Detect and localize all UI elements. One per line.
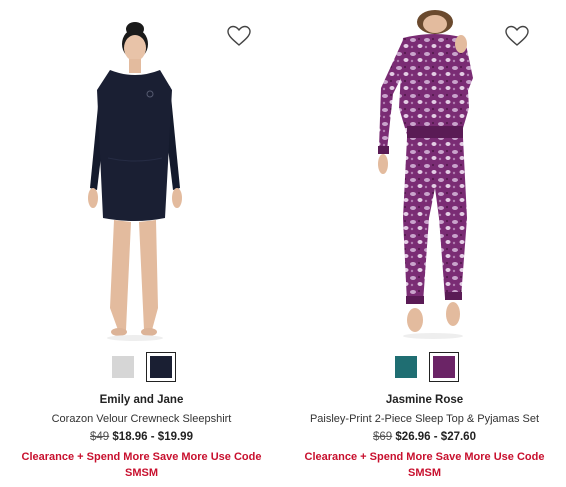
- promo-link[interactable]: Clearance + Spend More Save More Use Cod…: [293, 449, 556, 481]
- color-swatch-teal[interactable]: [391, 352, 421, 382]
- promo-link[interactable]: Clearance + Spend More Save More Use Cod…: [10, 449, 273, 481]
- product-card: Jasmine Rose Paisley-Print 2-Piece Sleep…: [283, 0, 566, 487]
- product-name[interactable]: Corazon Velour Crewneck Sleepshirt: [0, 413, 283, 425]
- product-card: Emily and Jane Corazon Velour Crewneck S…: [0, 0, 283, 487]
- swatch-color-fill: [111, 356, 134, 378]
- product-image[interactable]: [0, 8, 283, 343]
- color-swatch-navy[interactable]: [145, 352, 176, 382]
- wishlist-heart-icon[interactable]: [505, 25, 529, 47]
- product-grid: Emily and Jane Corazon Velour Crewneck S…: [0, 0, 566, 487]
- sale-price: $18.96 - $19.99: [112, 431, 193, 443]
- swatch-color-fill: [149, 356, 172, 378]
- original-price: $69: [373, 431, 393, 443]
- product-name[interactable]: Paisley-Print 2-Piece Sleep Top & Pyjama…: [283, 413, 566, 425]
- color-swatches: [283, 352, 566, 382]
- color-swatches: [0, 352, 283, 382]
- swatch-color-fill: [394, 356, 417, 378]
- original-price: $49: [90, 431, 110, 443]
- product-image[interactable]: [283, 8, 566, 343]
- color-swatch-gray[interactable]: [108, 352, 138, 382]
- color-swatch-purple[interactable]: [428, 352, 459, 382]
- product-brand[interactable]: Jasmine Rose: [283, 394, 566, 406]
- wishlist-heart-icon[interactable]: [227, 25, 251, 47]
- sale-price: $26.96 - $27.60: [395, 431, 476, 443]
- product-price: $69 $26.96 - $27.60: [283, 431, 566, 443]
- swatch-color-fill: [432, 356, 455, 378]
- product-brand[interactable]: Emily and Jane: [0, 394, 283, 406]
- product-price: $49 $18.96 - $19.99: [0, 431, 283, 443]
